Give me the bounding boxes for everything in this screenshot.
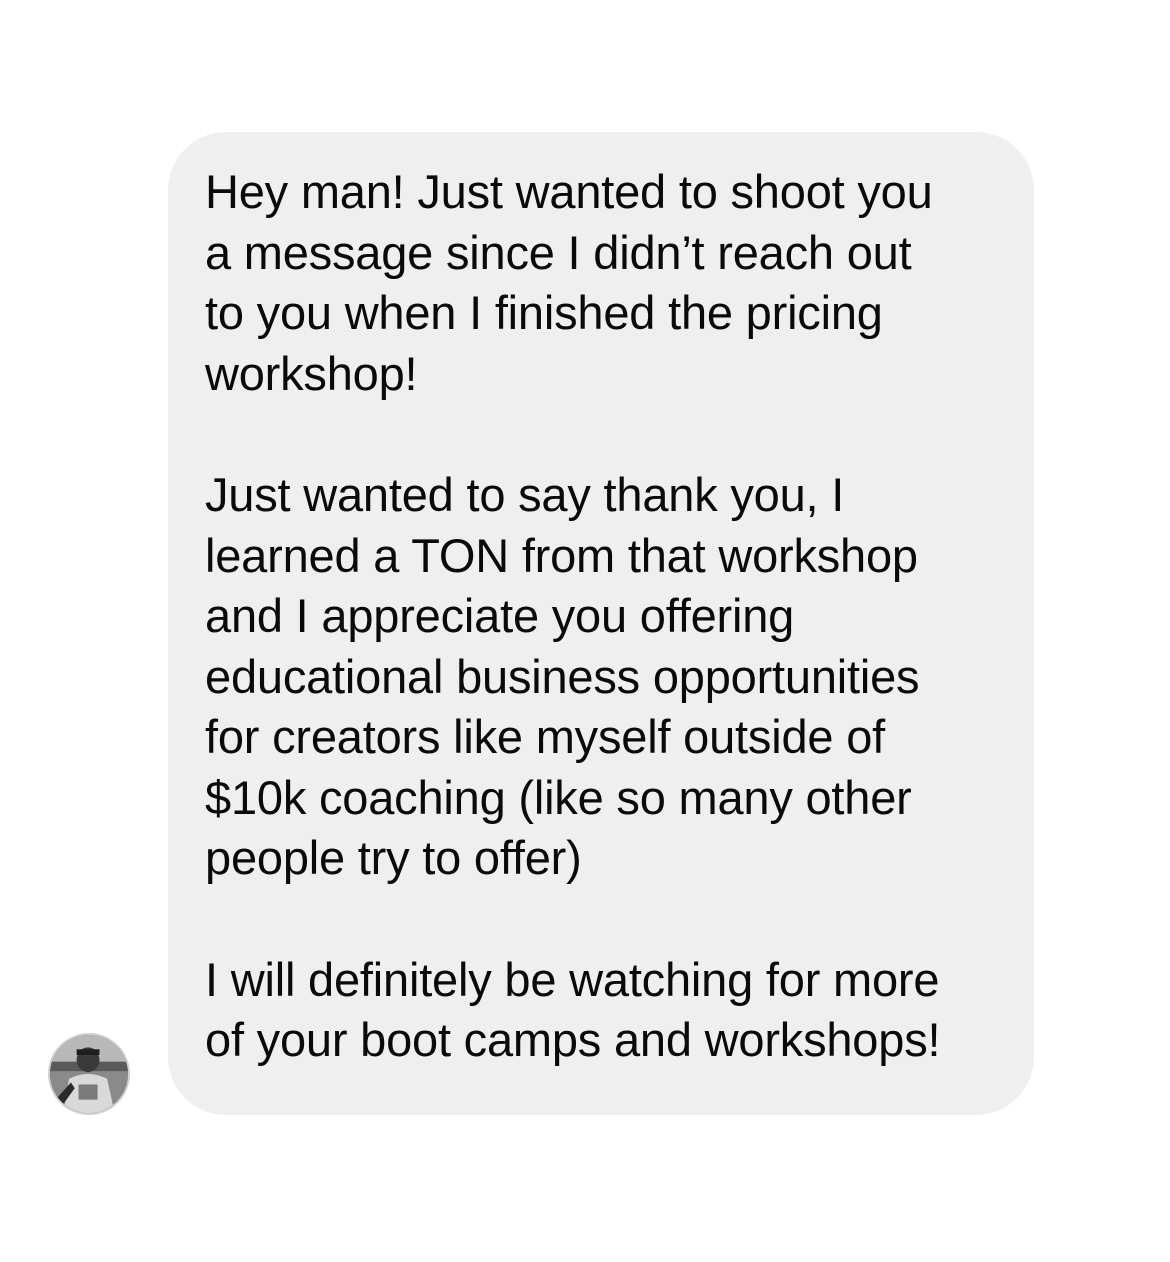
sender-avatar[interactable] bbox=[48, 1033, 130, 1115]
message-row: Hey man! Just wanted to shoot you a mess… bbox=[0, 0, 1170, 1262]
message-paragraph: Just wanted to say thank you, I learned … bbox=[205, 468, 920, 884]
message-paragraph: Hey man! Just wanted to shoot you a mess… bbox=[205, 165, 933, 400]
sender-avatar-icon bbox=[50, 1035, 128, 1113]
message-paragraph: I will definitely be watching for more o… bbox=[205, 952, 941, 1067]
message-bubble[interactable]: Hey man! Just wanted to shoot you a mess… bbox=[168, 132, 1034, 1115]
